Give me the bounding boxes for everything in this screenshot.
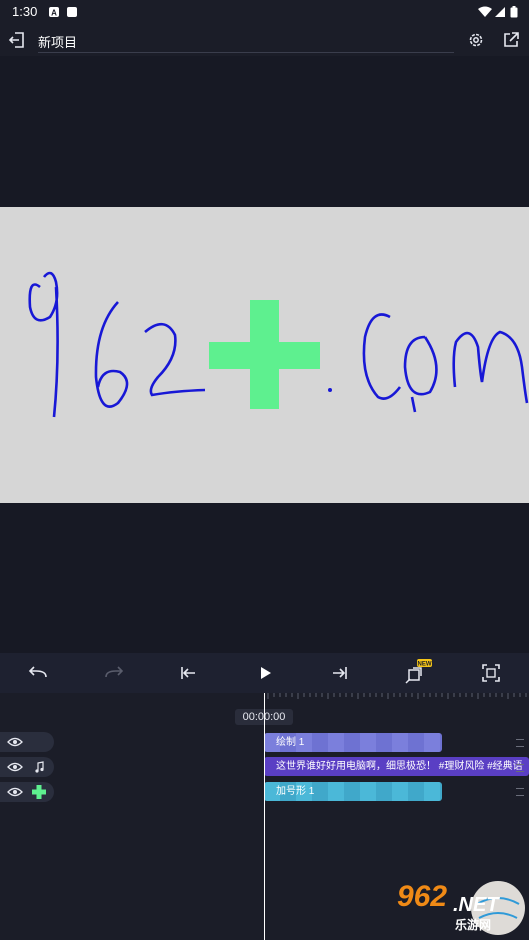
exit-button[interactable]	[6, 30, 28, 50]
battery-icon	[510, 6, 518, 18]
undo-icon	[28, 666, 47, 678]
track-drag-handle[interactable]	[516, 739, 524, 747]
track-drag-handle[interactable]	[516, 788, 524, 796]
timeline-clip-drawing[interactable]: 绘制 1	[264, 733, 442, 752]
app-bar: 新项目	[0, 24, 529, 56]
handwriting-stroke	[144, 322, 206, 397]
export-icon	[504, 32, 519, 47]
green-plus-icon	[32, 785, 46, 799]
handwriting-dot	[328, 388, 332, 392]
play-icon	[261, 667, 271, 679]
notification-a-icon: A	[49, 7, 59, 18]
track-header-shape[interactable]	[0, 782, 54, 802]
handwriting-stroke	[94, 301, 129, 408]
title-underline	[38, 52, 454, 53]
canvas-drawing	[28, 271, 529, 418]
svg-text:NEW: NEW	[418, 662, 432, 668]
handwriting-stroke	[362, 313, 402, 400]
timeline-ruler[interactable]	[264, 693, 529, 701]
timeline-clip-shape[interactable]: 加号形 1	[264, 782, 442, 801]
fit-screen-icon	[482, 664, 500, 682]
handwriting-stroke	[452, 330, 529, 404]
settings-button[interactable]	[465, 30, 487, 50]
fullscreen-button[interactable]	[479, 663, 503, 683]
skip-start-icon	[181, 667, 195, 679]
handwriting-stroke	[28, 271, 59, 418]
music-note-icon	[35, 761, 44, 773]
signal-icon	[495, 7, 505, 17]
jump-to-start-button[interactable]	[176, 663, 200, 683]
export-button[interactable]	[500, 30, 522, 50]
site-watermark: 962 .NET 乐游网	[389, 876, 529, 940]
play-button[interactable]	[253, 663, 277, 683]
watermark-domain: .NET	[453, 894, 499, 916]
notification-square-icon	[67, 7, 77, 17]
undo-button[interactable]	[26, 663, 50, 683]
status-time: 1:30	[12, 4, 38, 19]
exit-icon	[8, 32, 24, 48]
playback-toolbar: NEW	[0, 653, 529, 693]
transition-button[interactable]: NEW	[404, 659, 432, 687]
timeline-clip-audio[interactable]: 这世界谁好好用电脑啊，细思极恐！ #理财风险 #经典语	[264, 757, 529, 776]
status-bar: 1:30 A	[0, 0, 529, 24]
gear-icon	[469, 33, 483, 47]
redo-icon	[105, 666, 124, 678]
video-canvas[interactable]	[0, 207, 529, 503]
redo-button[interactable]	[102, 663, 126, 683]
eye-icon[interactable]	[7, 786, 23, 798]
watermark-number: 962	[397, 880, 448, 913]
track-header-drawing[interactable]	[0, 732, 54, 752]
playhead[interactable]	[264, 693, 265, 940]
jump-to-end-button[interactable]	[328, 663, 352, 683]
skip-end-icon	[333, 667, 347, 679]
wifi-icon	[478, 6, 492, 17]
watermark-subtitle: 乐游网	[455, 918, 492, 932]
transform-new-icon: NEW	[405, 659, 432, 684]
svg-text:A: A	[51, 9, 57, 18]
project-title[interactable]: 新项目	[38, 32, 77, 51]
handwriting-stroke	[403, 335, 438, 413]
track-header-audio[interactable]	[0, 757, 54, 777]
track-drag-handle[interactable]	[516, 764, 524, 772]
eye-icon[interactable]	[7, 761, 23, 773]
plus-shape-vertical	[250, 300, 279, 409]
eye-icon[interactable]	[7, 736, 23, 748]
